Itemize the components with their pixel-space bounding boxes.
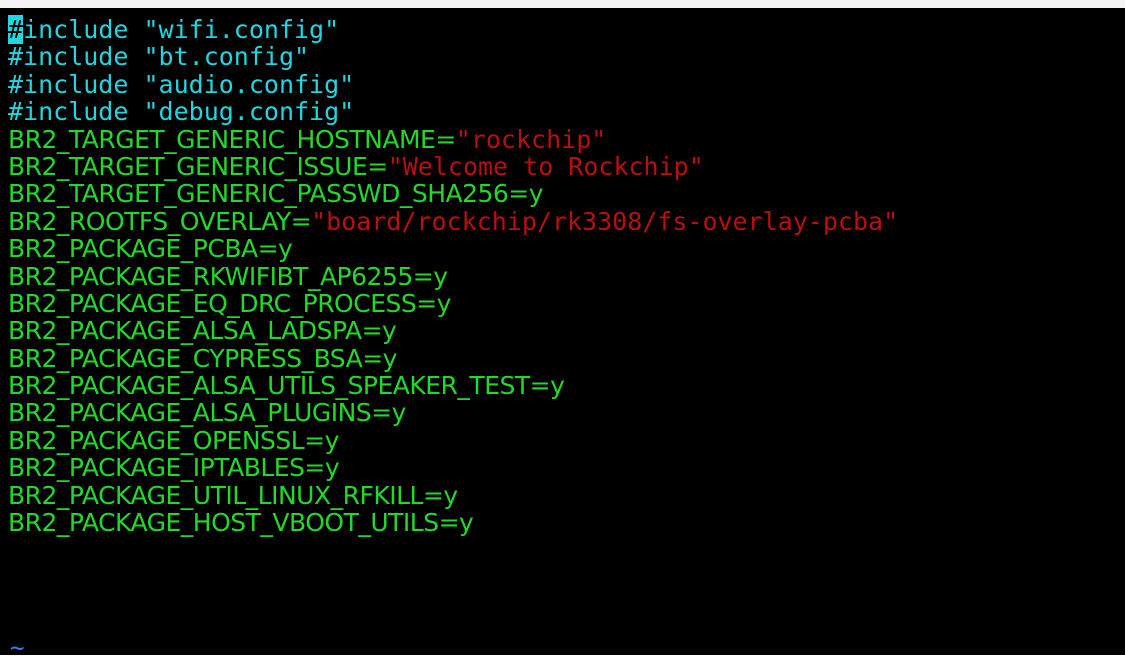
code-line-overlay[interactable]: BR2_ROOTFS_OVERLAY="board/rockchip/rk330…: [8, 208, 898, 235]
include-directive-rest: include: [23, 15, 129, 44]
code-line-package[interactable]: BR2_PACKAGE_IPTABLES=y: [8, 454, 898, 482]
code-line-issue[interactable]: BR2_TARGET_GENERIC_ISSUE="Welcome to Roc…: [8, 153, 898, 180]
code-line-package[interactable]: BR2_PACKAGE_EQ_DRC_PROCESS=y: [8, 290, 898, 318]
code-line-package[interactable]: BR2_PACKAGE_RKWIFIBT_AP6255=y: [8, 262, 898, 290]
include-directive: #include: [8, 69, 129, 99]
include-path: "bt.config": [143, 42, 310, 72]
code-line-package[interactable]: BR2_PACKAGE_HOST_VBOOT_UTILS=y: [8, 509, 898, 537]
config-string-value: "board/rockchip/rk3308/fs-overlay-pcba": [311, 206, 899, 236]
terminal-editor[interactable]: #include "wifi.config" #include "bt.conf…: [0, 8, 1125, 655]
include-directive: #include: [8, 97, 129, 127]
config-key: BR2_ROOTFS_OVERLAY=: [8, 206, 312, 236]
empty-line-marker: ~: [10, 634, 25, 662]
code-line-package[interactable]: BR2_PACKAGE_ALSA_PLUGINS=y: [8, 399, 898, 427]
code-line-package[interactable]: BR2_PACKAGE_ALSA_UTILS_SPEAKER_TEST=y: [8, 372, 898, 400]
code-line-include-bt[interactable]: #include "bt.config": [8, 43, 898, 70]
include-path: "wifi.config": [143, 15, 340, 44]
code-line-hostname[interactable]: BR2_TARGET_GENERIC_HOSTNAME="rockchip": [8, 124, 898, 154]
text-cursor: #: [8, 15, 24, 44]
include-path: "debug.config": [143, 97, 355, 127]
code-line-package[interactable]: BR2_PACKAGE_PCBA=y: [8, 235, 898, 263]
code-line-package[interactable]: BR2_PACKAGE_UTIL_LINUX_RFKILL=y: [8, 481, 898, 509]
code-line-include-wifi[interactable]: #include "wifi.config": [8, 15, 898, 44]
editor-lines: #include "wifi.config" #include "bt.conf…: [8, 15, 898, 537]
config-key: BR2_TARGET_GENERIC_HOSTNAME=: [8, 124, 456, 154]
code-line-include-debug[interactable]: #include "debug.config": [8, 98, 898, 125]
code-line-package[interactable]: BR2_PACKAGE_CYPRESS_BSA=y: [8, 344, 898, 372]
window-top-edge: [0, 0, 1125, 8]
config-key: BR2_TARGET_GENERIC_ISSUE=: [8, 151, 388, 181]
config-string-value: "rockchip": [455, 124, 607, 154]
code-line-passwd[interactable]: BR2_TARGET_GENERIC_PASSWD_SHA256=y: [8, 180, 898, 208]
config-string-value: "Welcome to Rockchip": [387, 151, 704, 181]
include-directive: #include: [8, 42, 129, 72]
code-line-package[interactable]: BR2_PACKAGE_OPENSSL=y: [8, 426, 898, 454]
code-line-package[interactable]: BR2_PACKAGE_ALSA_LADSPA=y: [8, 317, 898, 345]
code-line-include-audio[interactable]: #include "audio.config": [8, 71, 898, 98]
include-path: "audio.config": [143, 69, 355, 99]
